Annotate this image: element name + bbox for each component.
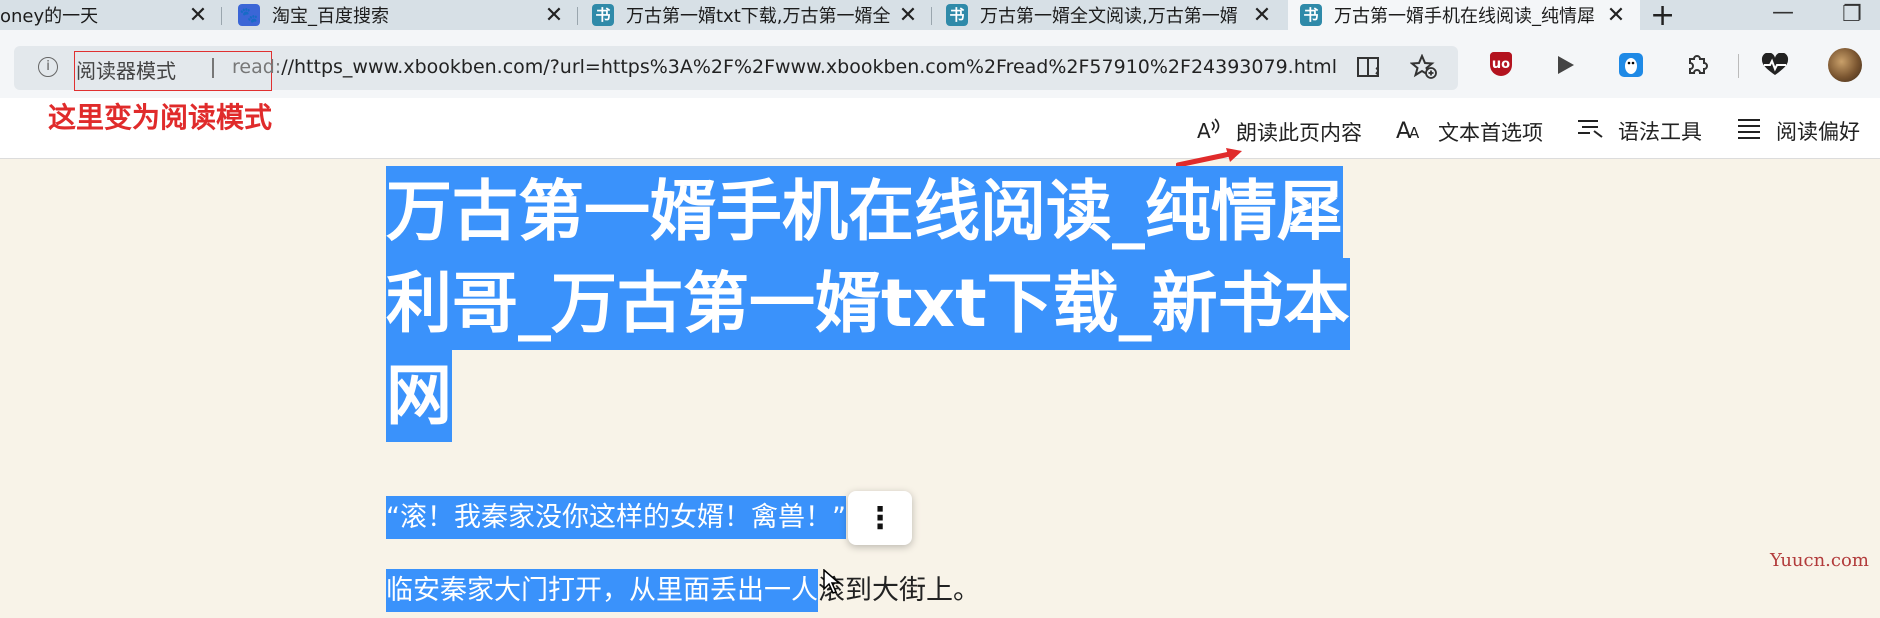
watermark: Yuucn.com <box>1770 550 1869 571</box>
tab-1-close-icon[interactable]: ✕ <box>188 3 208 28</box>
tab-divider <box>931 7 932 25</box>
tab-5-close-icon[interactable]: ✕ <box>1606 3 1626 28</box>
immersive-reader-icon[interactable] <box>1356 54 1384 86</box>
paragraph-2-selected-text: 临安秦家大门打开，从里面丢出一人 <box>386 569 818 612</box>
tab-3[interactable]: 书 万古第一婿txt下载,万古第一婿全 ✕ <box>580 0 932 30</box>
extensions-puzzle-icon[interactable] <box>1682 50 1712 80</box>
more-vertical-icon: ⋮ <box>865 500 895 536</box>
tab-2[interactable]: 🐾 淘宝_百度搜索 ✕ <box>226 0 578 30</box>
minimize-icon[interactable]: — <box>1772 0 1794 25</box>
grammar-tools-icon <box>1576 116 1604 146</box>
read-aloud-label: 朗读此页内容 <box>1236 121 1362 145</box>
address-divider <box>212 58 214 78</box>
text-preferences-button[interactable]: AA 文本首选项 <box>1396 116 1543 148</box>
tab-5-active[interactable]: 书 万古第一婿手机在线阅读_纯情犀 ✕ <box>1288 0 1640 30</box>
tab-3-title: 万古第一婿txt下载,万古第一婿全 <box>626 6 891 27</box>
read-aloud-button[interactable]: A 朗读此页内容 <box>1196 116 1362 148</box>
text-preferences-icon: AA <box>1396 116 1424 148</box>
text-preferences-label: 文本首选项 <box>1438 121 1543 145</box>
tab-divider <box>221 7 222 25</box>
article-title-line: 万古第一婿手机在线阅读_纯情犀 <box>386 166 1343 258</box>
toolbar-divider <box>1738 54 1739 78</box>
more-options-button[interactable]: ⋮ <box>848 491 912 545</box>
penguin-extension-icon[interactable] <box>1616 50 1646 80</box>
reader-toolbar: 这里变为阅读模式 A 朗读此页内容 AA 文本首选项 语法工具 阅读偏好 <box>0 98 1880 159</box>
add-favorite-icon[interactable] <box>1409 53 1438 86</box>
baidu-paw-icon: 🐾 <box>238 4 260 26</box>
paragraph-1-selected-text: “滚！我秦家没你这样的女婿！禽兽！” <box>386 496 846 539</box>
restore-icon[interactable]: ❐ <box>1842 2 1862 27</box>
url-text[interactable]: read://https_www.xbookben.com/?url=https… <box>232 56 1337 78</box>
tab-divider <box>577 7 578 25</box>
book-site-icon: 书 <box>592 4 614 26</box>
play-extension-icon[interactable] <box>1550 50 1580 80</box>
svg-text:A: A <box>1409 124 1420 142</box>
reading-preferences-label: 阅读偏好 <box>1776 120 1860 144</box>
tab-1[interactable]: oney的一天 ✕ <box>0 0 222 30</box>
book-site-icon: 书 <box>946 4 968 26</box>
tab-4-close-icon[interactable]: ✕ <box>1252 3 1272 28</box>
read-aloud-icon: A <box>1196 116 1222 148</box>
tab-3-close-icon[interactable]: ✕ <box>898 3 918 28</box>
article-title-line: 网 <box>386 350 452 442</box>
svg-text:A: A <box>1197 119 1211 142</box>
tab-4[interactable]: 书 万古第一婿全文阅读,万古第一婿 ✕ <box>934 0 1286 30</box>
grammar-tools-label: 语法工具 <box>1618 120 1702 144</box>
address-bar[interactable]: i 阅读器模式 read://https_www.xbookben.com/?u… <box>14 46 1458 91</box>
tab-1-title: oney的一天 <box>0 6 99 27</box>
article-title: 万古第一婿手机在线阅读_纯情犀 利哥_万古第一婿txt下载_新书本 网 <box>386 166 1356 442</box>
article-title-line: 利哥_万古第一婿txt下载_新书本 <box>386 258 1350 350</box>
profile-avatar[interactable] <box>1828 48 1862 82</box>
grammar-tools-button[interactable]: 语法工具 <box>1576 116 1702 146</box>
paragraph-1: “滚！我秦家没你这样的女婿！禽兽！” <box>386 495 846 539</box>
tab-2-close-icon[interactable]: ✕ <box>544 3 564 28</box>
tab-5-title: 万古第一婿手机在线阅读_纯情犀 <box>1334 6 1595 27</box>
paragraph-2: 临安秦家大门打开，从里面丢出一人滚到大街上。 <box>386 568 980 612</box>
health-heartbeat-icon[interactable] <box>1760 50 1790 80</box>
tab-2-title: 淘宝_百度搜索 <box>272 6 389 27</box>
reading-preferences-icon <box>1736 116 1762 146</box>
annotation-arrow-icon <box>1176 148 1242 168</box>
mouse-cursor-icon <box>823 569 841 594</box>
book-site-icon: 书 <box>1300 4 1322 26</box>
ublock-origin-icon[interactable]: uo <box>1490 52 1512 76</box>
info-icon[interactable]: i <box>38 57 58 77</box>
new-tab-plus-icon[interactable]: + <box>1650 0 1675 33</box>
browser-toolbar: i 阅读器模式 read://https_www.xbookben.com/?u… <box>0 30 1880 98</box>
paragraph-2-text: 滚到大街上。 <box>818 575 980 606</box>
annotation-reader-mode-note: 这里变为阅读模式 <box>48 101 273 134</box>
url-path: //https_www.xbookben.com/?url=https%3A%2… <box>281 56 1337 78</box>
tab-strip: oney的一天 ✕ 🐾 淘宝_百度搜索 ✕ 书 万古第一婿txt下载,万古第一婿… <box>0 0 1880 33</box>
tab-4-title: 万古第一婿全文阅读,万古第一婿 <box>980 6 1238 27</box>
reading-preferences-button[interactable]: 阅读偏好 <box>1736 116 1860 146</box>
url-scheme: read: <box>232 56 282 78</box>
